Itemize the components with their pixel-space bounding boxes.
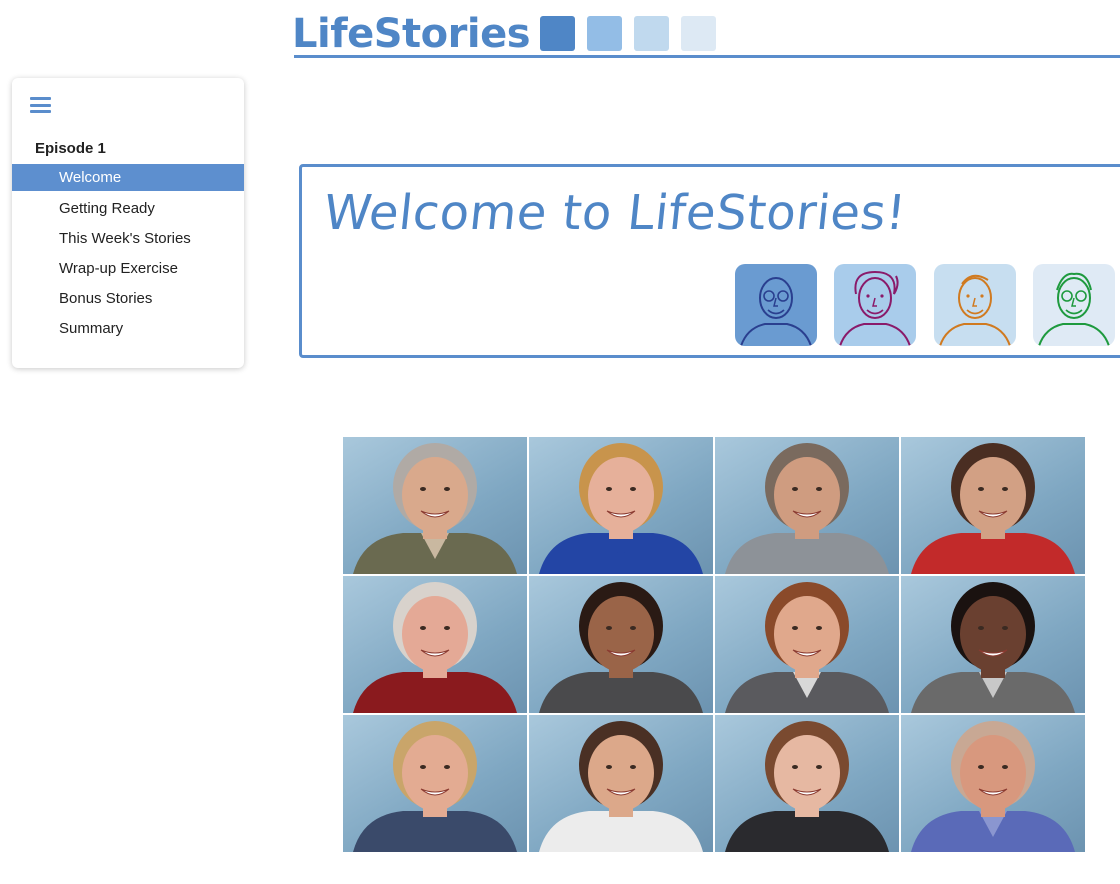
lifestories-logo: LifeStories [292, 11, 531, 57]
illustrated-face-profile [934, 264, 1016, 346]
illustrated-face-curly-hair [834, 264, 916, 346]
hamburger-menu-icon[interactable] [30, 97, 51, 113]
photo-man-short-dark-hair [529, 576, 713, 713]
episode-title: Episode 1 [35, 140, 106, 157]
photo-woman-curly-blonde [529, 437, 713, 574]
episode-nav-list: Welcome Getting Ready This Week's Storie… [12, 164, 244, 344]
nav-item-this-weeks-stories[interactable]: This Week's Stories [12, 224, 244, 254]
photo-woman-brown-hair [529, 715, 713, 852]
nav-item-welcome[interactable]: Welcome [12, 164, 244, 191]
nav-item-wrap-up-exercise[interactable]: Wrap-up Exercise [12, 254, 244, 284]
illustrated-face-glasses-smile [1033, 264, 1115, 346]
photo-woman-dark-hair-glasses [901, 437, 1085, 574]
logo-square-2 [587, 16, 622, 51]
participant-photo-grid [343, 437, 1085, 855]
photo-woman-blonde-laughing [343, 715, 527, 852]
welcome-banner: Welcome to LifeStories! [299, 164, 1120, 358]
photo-woman-gray-hair-glasses [343, 437, 527, 574]
photo-woman-long-brown-glasses [715, 715, 899, 852]
illustrated-face-bald-glasses [735, 264, 817, 346]
sidebar-nav: Episode 1 Welcome Getting Ready This Wee… [12, 78, 244, 368]
photo-man-bald-mustache [901, 715, 1085, 852]
logo-square-1 [540, 16, 575, 51]
nav-item-bonus-stories[interactable]: Bonus Stories [12, 284, 244, 314]
photo-man-white-hair-glasses [343, 576, 527, 713]
photo-man-smiling-gray [715, 437, 899, 574]
photo-woman-dark-skin-glasses [901, 576, 1085, 713]
header-divider [294, 55, 1120, 58]
logo-square-3 [634, 16, 669, 51]
nav-item-summary[interactable]: Summary [12, 314, 244, 344]
nav-item-getting-ready[interactable]: Getting Ready [12, 194, 244, 224]
logo-square-4 [681, 16, 716, 51]
welcome-title: Welcome to LifeStories! [321, 185, 909, 241]
photo-woman-auburn-hair [715, 576, 899, 713]
logo-squares [540, 16, 716, 51]
